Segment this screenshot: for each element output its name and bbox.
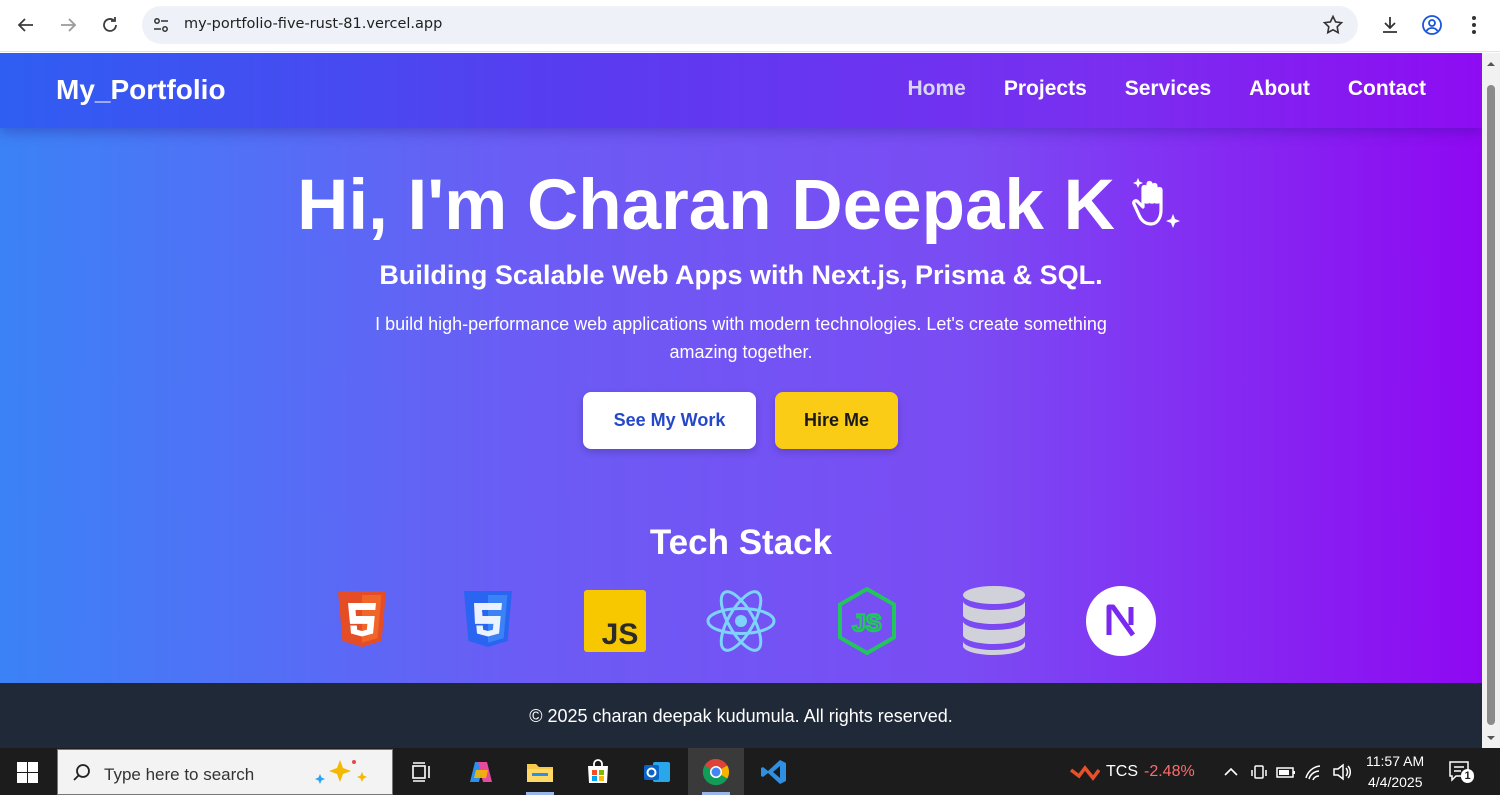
notification-button[interactable]: 1 [1448, 760, 1474, 784]
task-view-icon [412, 761, 430, 782]
browser-toolbar: my-portfolio-five-rust-81.vercel.app [0, 0, 1500, 52]
forward-button[interactable] [53, 10, 83, 40]
store-icon [588, 758, 608, 783]
address-bar[interactable]: my-portfolio-five-rust-81.vercel.app [142, 6, 1358, 44]
brand-logo[interactable]: My_Portfolio [56, 74, 226, 106]
battery-icon[interactable] [1276, 762, 1296, 782]
reload-button[interactable] [95, 10, 125, 40]
volume-icon[interactable] [1332, 762, 1352, 782]
arrow-left-icon [17, 18, 33, 32]
see-my-work-button[interactable]: See My Work [583, 392, 756, 449]
notification-badge: 1 [1461, 769, 1474, 783]
reload-icon [103, 17, 117, 32]
stock-symbol[interactable]: TCS [1106, 763, 1138, 781]
copilot-icon [470, 761, 492, 782]
arrow-right-icon [61, 18, 77, 32]
scroll-thumb[interactable] [1487, 85, 1495, 725]
device-icon[interactable] [1249, 762, 1269, 782]
task-view-button[interactable] [394, 748, 450, 795]
hire-me-button[interactable]: Hire Me [775, 392, 898, 449]
hero-subtitle: Building Scalable Web Apps with Next.js,… [379, 260, 1103, 290]
wifi-icon[interactable] [1304, 762, 1324, 782]
menu-button[interactable] [1461, 12, 1487, 38]
svg-text:JS: JS [602, 618, 639, 651]
nextjs-icon [1085, 585, 1157, 657]
svg-text:JS: JS [852, 610, 881, 637]
nav-about[interactable]: About [1249, 77, 1310, 101]
css3-icon [452, 585, 524, 657]
profile-button[interactable] [1419, 12, 1445, 38]
download-icon [1383, 17, 1397, 33]
chrome-button[interactable] [688, 748, 744, 795]
site-navbar: My_Portfolio Home Projects Services Abou… [0, 53, 1482, 128]
nodejs-icon: JS [831, 585, 903, 657]
scroll-up-icon[interactable] [1486, 59, 1496, 69]
waving-hand-icon [1132, 178, 1180, 229]
microsoft-store-button[interactable] [570, 748, 626, 795]
stock-chart-icon[interactable] [1070, 762, 1100, 782]
tech-stack-title: Tech Stack [649, 523, 833, 562]
windows-start-icon[interactable] [17, 762, 38, 783]
page-scrollbar[interactable] [1482, 53, 1500, 748]
nav-projects[interactable]: Projects [1004, 77, 1087, 101]
url-text[interactable]: my-portfolio-five-rust-81.vercel.app [184, 16, 442, 32]
chrome-icon [702, 758, 730, 785]
database-icon [958, 585, 1030, 657]
profile-icon [1422, 15, 1442, 35]
page-viewport: My_Portfolio Home Projects Services Abou… [0, 53, 1482, 748]
kebab-menu-icon [1472, 16, 1476, 34]
clock-date[interactable]: 4/4/2025 [1368, 774, 1423, 790]
search-placeholder: Type here to search [104, 765, 255, 784]
html5-icon [326, 585, 398, 657]
bookmark-star-icon[interactable] [1322, 14, 1344, 36]
site-footer: © 2025 charan deepak kudumula. All right… [0, 683, 1482, 748]
search-icon [73, 764, 90, 781]
outlook-button[interactable] [629, 748, 685, 795]
windows-taskbar: Type here to search TCS -2.48% 11:57 AM … [0, 748, 1500, 795]
nav-contact[interactable]: Contact [1348, 77, 1426, 101]
copilot-button[interactable] [453, 748, 509, 795]
file-explorer-button[interactable] [512, 748, 568, 795]
vscode-button[interactable] [746, 748, 802, 795]
outlook-icon [644, 761, 670, 782]
scroll-down-icon[interactable] [1486, 733, 1496, 743]
stock-change[interactable]: -2.48% [1144, 763, 1195, 781]
vscode-icon [761, 759, 786, 784]
hero-title-text: Hi, I'm Charan Deepak K [297, 166, 1115, 245]
sparkle-icon [315, 760, 367, 784]
javascript-icon: JS [579, 585, 651, 657]
hero-title: Hi, I'm Charan Deepak K [0, 166, 1482, 246]
chevron-up-icon[interactable] [1221, 762, 1241, 782]
nav-services[interactable]: Services [1125, 77, 1211, 101]
folder-icon [527, 763, 553, 782]
back-button[interactable] [11, 10, 41, 40]
footer-copyright: © 2025 charan deepak kudumula. All right… [529, 706, 953, 726]
nav-home[interactable]: Home [908, 77, 966, 101]
clock-time[interactable]: 11:57 AM [1366, 753, 1424, 769]
react-icon [705, 585, 777, 657]
hero-description: I build high-performance web application… [375, 314, 1107, 362]
taskbar-search[interactable]: Type here to search [57, 749, 393, 795]
site-settings-icon[interactable] [150, 14, 172, 36]
download-button[interactable] [1377, 12, 1403, 38]
nav-links: Home Projects Services About Contact [908, 77, 1426, 101]
